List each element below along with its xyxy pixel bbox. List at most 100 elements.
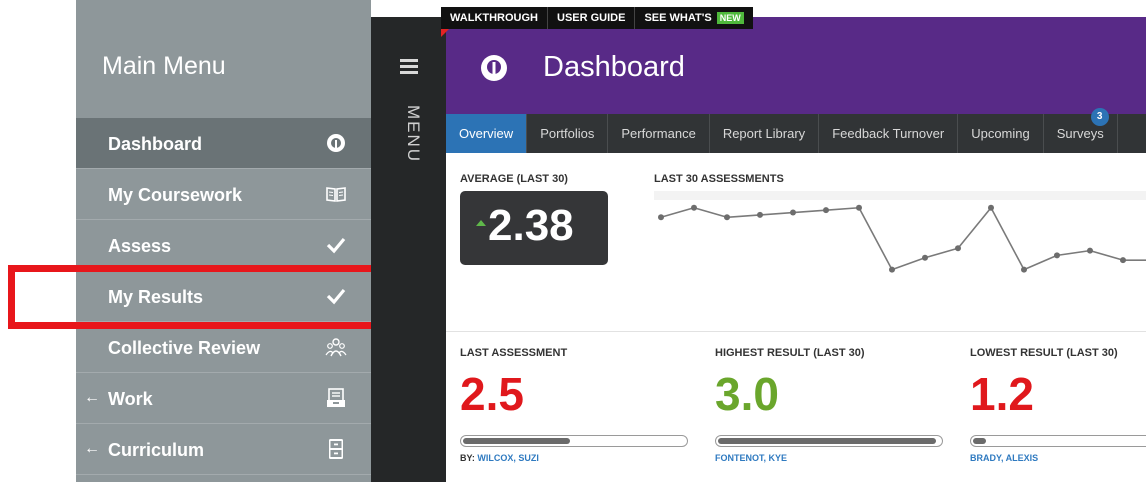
sparkline-point[interactable] — [1087, 247, 1093, 254]
hamburger-icon[interactable] — [400, 59, 418, 77]
tab-feedback-turnover[interactable]: Feedback Turnover — [819, 114, 959, 153]
bar-fill — [718, 438, 936, 444]
main-menu-list: Dashboard My Coursework Assess My Result… — [76, 118, 371, 475]
sparkline-point[interactable] — [1120, 257, 1126, 264]
highest-result-student[interactable]: FONTENOT, KYE — [715, 453, 787, 463]
checkmark-icon — [325, 234, 347, 256]
open-book-icon — [325, 183, 347, 205]
expand-arrow-icon: ← — [84, 389, 100, 406]
sparkline-point[interactable] — [724, 214, 730, 221]
last-assessment-author[interactable]: BY: WILCOX, SUZI — [460, 453, 539, 463]
menu-toggle-strip[interactable]: MENU — [371, 17, 446, 482]
dashboard-tabs: Overview Portfolios Performance Report L… — [446, 108, 1146, 160]
bar-fill — [463, 438, 570, 444]
sparkline-segment — [1023, 254, 1058, 271]
lowest-result-label: LOWEST RESULT (LAST 30) — [970, 347, 1118, 359]
sidebar-item-label: Work — [108, 389, 153, 409]
sparkline-segment — [693, 206, 728, 219]
lowest-result-bar — [970, 435, 1146, 447]
sidebar-item-label: My Coursework — [108, 185, 243, 205]
sidebar-item-label: Dashboard — [108, 134, 203, 154]
sparkline-point[interactable] — [922, 254, 928, 261]
sparkline-point[interactable] — [658, 214, 664, 221]
trend-up-icon — [476, 220, 486, 226]
file-cabinet-icon — [325, 438, 347, 460]
sparkline-point[interactable] — [988, 204, 994, 211]
dashboard-gauge-icon — [325, 132, 347, 154]
sparkline-segment — [792, 209, 827, 214]
sparkline-point[interactable] — [823, 207, 829, 214]
surveys-count-badge: 3 — [1090, 108, 1109, 126]
tab-upcoming[interactable]: Upcoming — [958, 114, 1044, 153]
tab-surveys[interactable]: Surveys 3 — [1044, 108, 1118, 153]
lowest-result-value: 1.2 — [970, 368, 1034, 420]
sparkline-segment — [726, 214, 761, 219]
sparkline-segment — [990, 207, 1025, 271]
sparkline-point[interactable] — [1021, 266, 1027, 273]
sparkline-point[interactable] — [691, 204, 697, 211]
page-header: Dashboard — [446, 17, 1146, 114]
lowest-result-card: LOWEST RESULT (LAST 30) 1.2 BRADY, ALEXI… — [970, 347, 1146, 477]
sidebar-item-work[interactable]: ← Work — [76, 373, 371, 424]
sparkline-point[interactable] — [1054, 252, 1060, 259]
sidebar-item-my-coursework[interactable]: My Coursework — [76, 169, 371, 220]
sidebar-item-label: Collective Review — [108, 338, 261, 358]
sparkline-segment — [660, 206, 695, 219]
last-assessment-value: 2.5 — [460, 368, 524, 420]
expand-arrow-icon: ← — [84, 440, 100, 457]
sparkline-point[interactable] — [790, 209, 796, 216]
last-assessment-card: LAST ASSESSMENT 2.5 BY: WILCOX, SUZI — [460, 347, 700, 477]
walkthrough-link[interactable]: WALKTHROUGH — [441, 7, 548, 29]
sidebar-item-curriculum[interactable]: ← Curriculum — [76, 424, 371, 475]
overview-panel: AVERAGE (LAST 30) 2.38 LAST 30 ASSESSMEN… — [446, 153, 1146, 482]
sparkline-segment — [1089, 249, 1124, 261]
sidebar-item-my-results[interactable]: My Results — [76, 271, 371, 322]
average-value: 2.38 — [488, 201, 574, 250]
inbox-tray-icon — [325, 387, 347, 409]
sidebar-item-label: Assess — [108, 236, 172, 256]
last30-label: LAST 30 ASSESSMENTS — [654, 173, 784, 185]
sidebar-item-dashboard[interactable]: Dashboard — [76, 118, 371, 169]
sparkline-segment — [759, 211, 794, 216]
sparkline-point[interactable] — [889, 266, 895, 273]
tab-portfolios[interactable]: Portfolios — [527, 114, 609, 153]
corner-marker — [441, 29, 449, 37]
see-whats-new-link[interactable]: SEE WHAT'S NEW — [635, 7, 752, 29]
checkmark-icon — [325, 285, 347, 307]
highest-result-label: HIGHEST RESULT (LAST 30) — [715, 347, 865, 359]
lowest-result-student[interactable]: BRADY, ALEXIS — [970, 453, 1038, 463]
by-prefix: BY: — [460, 453, 475, 463]
tab-report-library[interactable]: Report Library — [710, 114, 820, 153]
dashboard-logo-icon — [479, 53, 509, 83]
tab-surveys-label: Surveys — [1056, 126, 1104, 141]
page-title: Dashboard — [543, 51, 685, 83]
main-menu-sidebar: Main Menu Dashboard My Coursework Assess… — [76, 0, 371, 482]
sparkline-segment — [1056, 249, 1091, 257]
user-guide-link[interactable]: USER GUIDE — [548, 7, 636, 29]
section-divider — [446, 331, 1146, 332]
sparkline-segment — [957, 207, 992, 249]
menu-vertical-label: MENU — [404, 105, 423, 164]
tab-performance[interactable]: Performance — [608, 114, 710, 153]
sidebar-item-assess[interactable]: Assess — [76, 220, 371, 271]
highest-result-value: 3.0 — [715, 368, 779, 420]
sparkline-point[interactable] — [856, 204, 862, 211]
sparkline-point[interactable] — [955, 245, 961, 252]
last-assessment-label: LAST ASSESSMENT — [460, 347, 568, 359]
sparkline-point[interactable] — [757, 211, 763, 218]
see-whats-label: SEE WHAT'S — [644, 12, 712, 24]
tab-overview[interactable]: Overview — [446, 114, 528, 160]
bar-fill — [973, 438, 986, 444]
sparkline-segment — [858, 207, 893, 271]
help-toolbar: WALKTHROUGH USER GUIDE SEE WHAT'S NEW — [441, 7, 753, 29]
average-score-card: 2.38 — [460, 191, 608, 265]
sidebar-item-label: My Results — [108, 287, 204, 307]
new-badge: NEW — [716, 12, 744, 24]
sparkline-segment — [825, 206, 860, 211]
last30-sparkline — [654, 191, 1146, 273]
group-people-icon — [325, 336, 347, 358]
highest-result-card: HIGHEST RESULT (LAST 30) 3.0 FONTENOT, K… — [715, 347, 955, 477]
sparkline-segment — [924, 247, 959, 259]
sidebar-item-collective-review[interactable]: Collective Review — [76, 322, 371, 373]
average-label: AVERAGE (LAST 30) — [460, 173, 568, 185]
